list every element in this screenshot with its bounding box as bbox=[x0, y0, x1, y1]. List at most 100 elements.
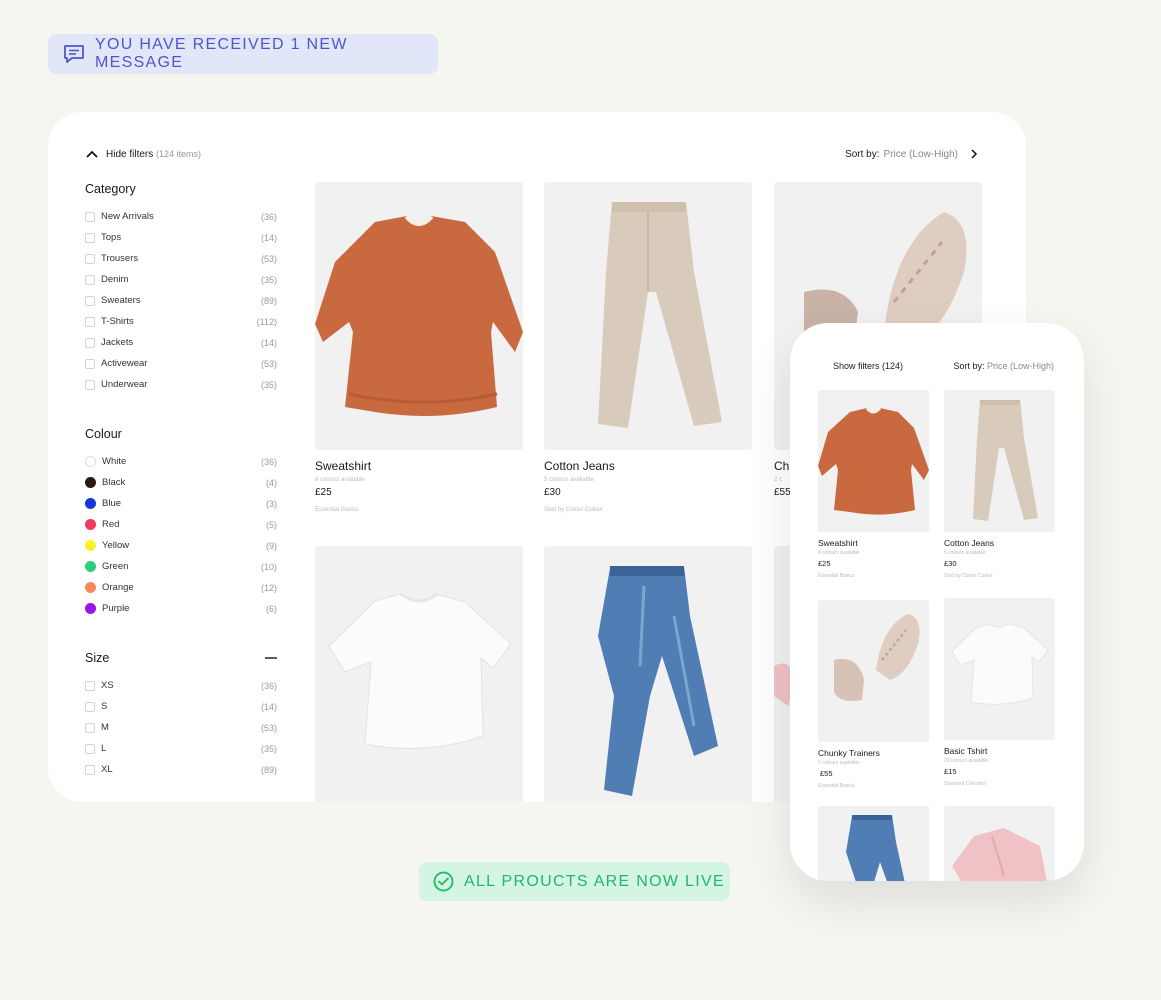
mobile-product-card-pink-jacket[interactable] bbox=[944, 806, 1055, 881]
product-seller: Essential Basics bbox=[818, 573, 855, 579]
message-icon bbox=[64, 45, 84, 63]
mobile-product-card-blue-jeans[interactable] bbox=[818, 806, 929, 881]
chevron-up-icon bbox=[86, 150, 98, 158]
desktop-toolbar: Hide filters (124 items) Sort by: Price … bbox=[86, 146, 980, 162]
filter-option-count: (53) bbox=[260, 722, 277, 733]
filter-option-red[interactable]: Red (5) bbox=[85, 514, 277, 535]
product-colours: 20 colours available bbox=[944, 758, 989, 764]
filter-checkbox[interactable] bbox=[85, 232, 95, 243]
filter-checkbox[interactable] bbox=[85, 680, 95, 691]
mobile-product-card-sweatshirt[interactable]: Sweatshirt 6 colours available £25 Essen… bbox=[818, 390, 929, 579]
filter-option-count: (9) bbox=[266, 540, 277, 551]
filter-checkbox[interactable] bbox=[85, 316, 95, 327]
filter-option-label: Underwear bbox=[101, 379, 148, 390]
filters-sidebar: Category New Arrivals (36) Tops (14) Trouser… bbox=[85, 182, 277, 802]
size-title: Size bbox=[85, 651, 110, 665]
filter-option-sweaters[interactable]: Sweaters (89) bbox=[85, 290, 277, 311]
filter-checkbox[interactable] bbox=[85, 358, 95, 369]
product-name[interactable]: Sweatshirt bbox=[315, 459, 523, 473]
filter-option-green[interactable]: Green (10) bbox=[85, 556, 277, 577]
filter-option-label: Jackets bbox=[101, 337, 134, 348]
filter-option-label: XS bbox=[101, 680, 114, 691]
product-card-blue-jeans[interactable] bbox=[544, 546, 752, 802]
colour-swatch[interactable] bbox=[85, 477, 96, 488]
filter-checkbox[interactable] bbox=[85, 274, 95, 285]
filter-option-trousers[interactable]: Trousers (53) bbox=[85, 248, 277, 269]
product-name[interactable]: Chunky Trainers bbox=[818, 748, 929, 758]
cotton-jeans-image bbox=[944, 390, 1055, 532]
filter-option-s[interactable]: S (14) bbox=[85, 696, 277, 717]
colour-filter-group: Colour White (36) Black (4) Blue (3) Red (5) Yel… bbox=[85, 427, 277, 619]
category-filter-group: Category New Arrivals (36) Tops (14) Trouser… bbox=[85, 182, 277, 395]
filter-option-activewear[interactable]: Activewear (53) bbox=[85, 353, 277, 374]
sort-value: Price (Low-High) bbox=[883, 148, 958, 160]
colour-swatch[interactable] bbox=[85, 540, 96, 551]
filter-checkbox[interactable] bbox=[85, 253, 95, 264]
product-card-cotton-jeans[interactable]: Cotton Jeans 5 colours available £30 Sol… bbox=[544, 182, 752, 513]
filter-checkbox[interactable] bbox=[85, 379, 95, 390]
minus-icon[interactable] bbox=[265, 656, 277, 660]
filter-option-count: (36) bbox=[260, 211, 277, 222]
product-name[interactable]: Basic Tshirt bbox=[944, 746, 1055, 756]
filter-option-purple[interactable]: Purple (6) bbox=[85, 598, 277, 619]
mobile-shop-panel: Show filters (124) Sort by: Price (Low-H… bbox=[790, 323, 1084, 881]
filter-option-label: Denim bbox=[101, 274, 129, 285]
filter-option-xs[interactable]: XS (36) bbox=[85, 675, 277, 696]
filter-option-white[interactable]: White (36) bbox=[85, 451, 277, 472]
filter-checkbox[interactable] bbox=[85, 295, 95, 306]
filter-option-count: (5) bbox=[266, 519, 277, 530]
filter-checkbox[interactable] bbox=[85, 337, 95, 348]
mobile-product-card-basic-tshirt[interactable]: Basic Tshirt 20 colours available £15 St… bbox=[944, 598, 1055, 787]
filter-option-tops[interactable]: Tops (14) bbox=[85, 227, 277, 248]
filter-option-blue[interactable]: Blue (3) bbox=[85, 493, 277, 514]
product-card-tshirt[interactable] bbox=[315, 546, 523, 802]
filter-checkbox[interactable] bbox=[85, 722, 95, 733]
product-name[interactable]: Cotton Jeans bbox=[944, 538, 1055, 548]
filter-option-count: (36) bbox=[260, 456, 277, 467]
mobile-product-card-cotton-jeans[interactable]: Cotton Jeans 5 colours available £30 Sol… bbox=[944, 390, 1055, 579]
filter-checkbox[interactable] bbox=[85, 701, 95, 712]
filter-option-underwear[interactable]: Underwear (35) bbox=[85, 374, 277, 395]
filter-option-l[interactable]: L (35) bbox=[85, 738, 277, 759]
check-circle-icon bbox=[433, 871, 454, 892]
mobile-sort-dropdown[interactable]: Sort by: Price (Low-High) bbox=[953, 361, 1054, 371]
mobile-product-card-chunky-trainers[interactable]: Chunky Trainers 2 colours available £55 … bbox=[818, 600, 929, 789]
filter-option-orange[interactable]: Orange (12) bbox=[85, 577, 277, 598]
filter-checkbox[interactable] bbox=[85, 764, 95, 775]
sort-dropdown[interactable]: Sort by: Price (Low-High) bbox=[845, 148, 980, 160]
filter-option-denim[interactable]: Denim (35) bbox=[85, 269, 277, 290]
filter-checkbox[interactable] bbox=[85, 743, 95, 754]
colour-swatch[interactable] bbox=[85, 498, 96, 509]
sweatshirt-image bbox=[315, 182, 523, 450]
filter-option-yellow[interactable]: Yellow (9) bbox=[85, 535, 277, 556]
filter-option-black[interactable]: Black (4) bbox=[85, 472, 277, 493]
show-filters-button[interactable]: Show filters (124) bbox=[833, 361, 903, 371]
filter-option-xl[interactable]: XL (89) bbox=[85, 759, 277, 780]
product-name[interactable]: Sweatshirt bbox=[818, 538, 929, 548]
colour-swatch[interactable] bbox=[85, 456, 96, 467]
mobile-sort-label: Sort by: bbox=[953, 361, 985, 371]
filter-option-m[interactable]: M (53) bbox=[85, 717, 277, 738]
new-message-notification[interactable]: YOU HAVE RECEIVED 1 NEW MESSAGE bbox=[48, 34, 438, 74]
colour-swatch[interactable] bbox=[85, 561, 96, 572]
product-price: £55 bbox=[820, 769, 833, 778]
product-colours: 2 colours available bbox=[818, 760, 860, 766]
items-count: (124 items) bbox=[156, 148, 202, 159]
product-price: £15 bbox=[944, 767, 957, 776]
product-seller: Essential Basics bbox=[315, 507, 359, 513]
filter-option-t-shirts[interactable]: T-Shirts (112) bbox=[85, 311, 277, 332]
mobile-toolbar: Show filters (124) Sort by: Price (Low-H… bbox=[833, 361, 1054, 371]
filter-option-jackets[interactable]: Jackets (14) bbox=[85, 332, 277, 353]
colour-swatch[interactable] bbox=[85, 519, 96, 530]
hide-filters-label: Hide filters bbox=[106, 148, 154, 160]
hide-filters-button[interactable]: Hide filters (124 items) bbox=[86, 149, 201, 160]
product-name[interactable]: Cotton Jeans bbox=[544, 459, 752, 473]
colour-swatch[interactable] bbox=[85, 582, 96, 593]
filter-option-count: (53) bbox=[260, 358, 277, 369]
filter-checkbox[interactable] bbox=[85, 211, 95, 222]
colour-swatch[interactable] bbox=[85, 603, 96, 614]
product-card-sweatshirt[interactable]: Sweatshirt 6 colours available £25 Essen… bbox=[315, 182, 523, 513]
filter-option-count: (36) bbox=[260, 680, 277, 691]
filter-option-count: (10) bbox=[260, 561, 277, 572]
filter-option-new-arrivals[interactable]: New Arrivals (36) bbox=[85, 206, 277, 227]
